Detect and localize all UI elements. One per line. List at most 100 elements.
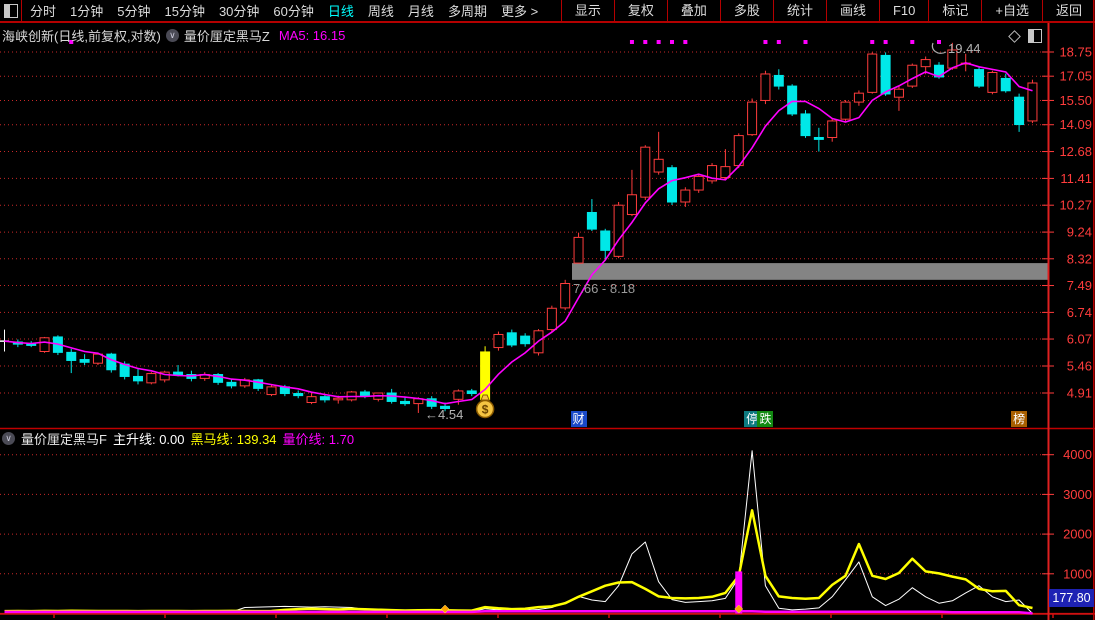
y-axis-label: 17.05 (1059, 69, 1092, 84)
candle (134, 376, 143, 380)
y-axis-label: 7.49 (1067, 278, 1092, 293)
y-axis-label: 11.41 (1060, 171, 1092, 186)
y-axis-label: 5.46 (1067, 358, 1092, 373)
chart-header: 海峡创新(日线,前复权,对数) ∨ 量价厘定黑马Z MA5: 16.15 (2, 26, 345, 45)
legend-heimaxian: 黑马线: 139.34 (191, 429, 277, 448)
price-chart-canvas[interactable]: 18.75 17.05 15.50 14.09 12.68 11.41 10.27 9.24 8… (0, 0, 1095, 620)
sub-series-主升线 (5, 451, 1033, 614)
left-arrow-icon: ← (425, 407, 438, 422)
y-axis-label: 15.50 (1059, 93, 1092, 108)
candle (654, 159, 663, 172)
diamond-mark-icon[interactable] (1008, 30, 1021, 43)
ma5-value: MA5: 16.15 (279, 28, 346, 43)
signal-dot-marker (643, 40, 647, 44)
y-axis-label: 10.27 (1059, 198, 1092, 213)
candle (80, 360, 89, 363)
event-label-2[interactable]: 跌 (757, 411, 773, 427)
candle (1015, 97, 1024, 124)
sub-y-axis-label: 1000 (1063, 566, 1092, 581)
y-axis-label: 12.68 (1059, 144, 1092, 159)
candle (107, 354, 116, 370)
candle (147, 374, 156, 383)
candle (320, 397, 329, 400)
y-axis-label: 6.74 (1067, 305, 1092, 320)
signal-dot-marker (910, 40, 914, 44)
trading-app-window: 分时1分钟5分钟15分钟30分钟60分钟日线周线月线多周期更多 > 显示复权叠加… (0, 0, 1095, 620)
candle (40, 338, 49, 352)
signal-dot-marker (630, 40, 634, 44)
sub-panel-header: ∨ 量价厘定黑马F 主升线: 0.00 黑马线: 139.34 量价线: 1.7… (2, 429, 354, 448)
signal-dot-marker (870, 40, 874, 44)
candle (868, 54, 877, 92)
candle (681, 190, 690, 202)
sub-series-黑马线 (5, 510, 1033, 611)
candle (1028, 83, 1037, 121)
candle (27, 344, 36, 345)
high-price-callout: 19.44 (948, 41, 981, 56)
low-price-callout: ←4.54 (425, 407, 463, 422)
chart-corner-icons (1010, 29, 1042, 43)
candle (908, 65, 917, 86)
candle (694, 176, 703, 190)
candle (454, 391, 463, 399)
signal-dot-marker (683, 40, 687, 44)
candle (227, 382, 236, 386)
candle (67, 352, 76, 360)
candle (587, 212, 596, 229)
signal-dot-marker (763, 40, 767, 44)
sub-y-axis-label: 2000 (1063, 527, 1092, 542)
candle (748, 102, 757, 135)
candle (774, 75, 783, 86)
pane-layout-icon[interactable] (1028, 29, 1042, 43)
candle (174, 372, 183, 374)
y-axis-label: 14.09 (1059, 117, 1092, 132)
candle (494, 334, 503, 347)
candle (387, 393, 396, 401)
gap-band (572, 263, 1048, 280)
legend-zhushengxian: 主升线: 0.00 (113, 429, 185, 448)
sub-indicator-dropdown-icon[interactable]: ∨ (2, 432, 15, 445)
candle (1001, 78, 1010, 90)
signal-dot-marker (937, 40, 941, 44)
y-axis-label: 9.24 (1067, 225, 1092, 240)
candle (614, 205, 623, 256)
candle (507, 333, 516, 345)
candle (401, 401, 410, 403)
candle (601, 231, 610, 250)
candle (881, 55, 890, 94)
candle (627, 195, 636, 215)
signal-dot-marker (777, 40, 781, 44)
candle (641, 147, 650, 197)
event-label-3[interactable]: 榜 (1011, 411, 1027, 427)
legend-liangjiaxian: 量价线: 1.70 (283, 429, 355, 448)
sub-panel-title: 量价厘定黑马F (21, 429, 107, 448)
candle (334, 398, 343, 400)
candle (894, 89, 903, 97)
stock-title: 海峡创新(日线,前复权,对数) (2, 26, 161, 45)
event-label-0[interactable]: 财 (571, 411, 587, 427)
candle (360, 392, 369, 396)
candle (801, 114, 810, 136)
y-axis-label: 8.32 (1067, 251, 1092, 266)
candle (521, 336, 530, 344)
money-bag-icon: $ (477, 395, 494, 418)
candle (294, 394, 303, 396)
y-axis-label: 6.07 (1067, 332, 1092, 347)
ma5-line (5, 63, 1033, 404)
candle (828, 121, 837, 138)
high-callout-curve (932, 43, 946, 53)
candle (547, 308, 556, 329)
candle (841, 102, 850, 119)
y-axis-label: 18.75 (1059, 45, 1092, 60)
signal-dot-marker (657, 40, 661, 44)
signal-dot-marker (884, 40, 888, 44)
last-value-readout: 177.80 (1049, 589, 1094, 607)
candle (561, 284, 570, 308)
sub-y-axis-label: 3000 (1063, 487, 1092, 502)
gap-band-label: 7.66 - 8.18 (573, 281, 635, 296)
indicator-dropdown-icon[interactable]: ∨ (166, 29, 179, 42)
candle (921, 60, 930, 67)
candle (668, 168, 677, 202)
candle (761, 74, 770, 100)
candle (267, 387, 276, 395)
